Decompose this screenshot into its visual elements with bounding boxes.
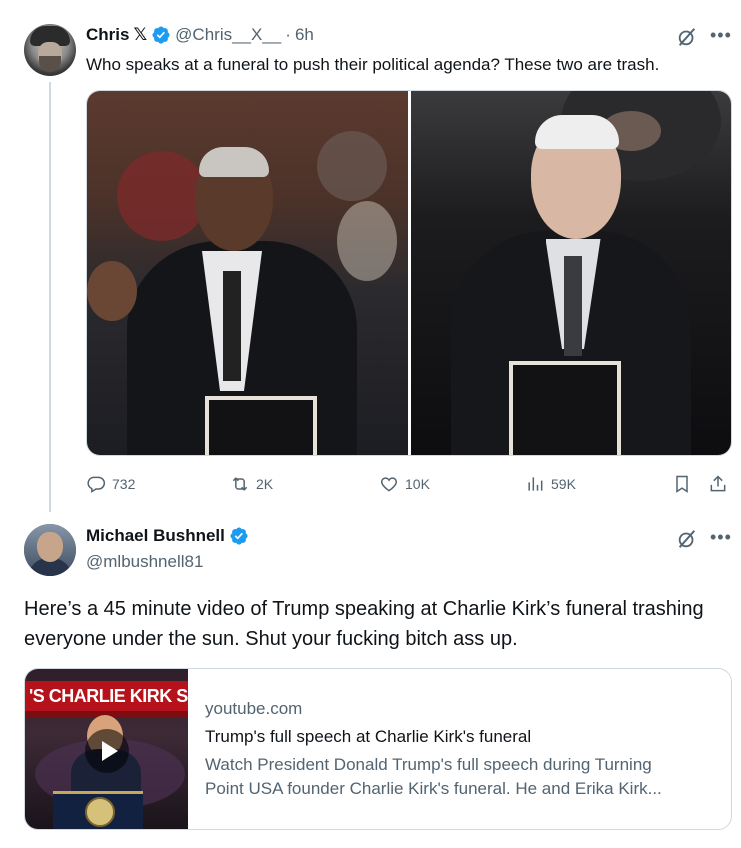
tweet-post-1[interactable]: Chris 𝕏 @Chris__X__ · 6h ••• Who speaks … xyxy=(0,0,741,512)
reply-button[interactable]: 732 xyxy=(86,474,135,494)
lectern-frame xyxy=(508,361,621,455)
views-count: 59K xyxy=(551,476,576,492)
avatar-beard xyxy=(39,56,61,72)
photo-left[interactable] xyxy=(87,91,408,455)
author-handle[interactable]: @Chris__X__ xyxy=(175,25,281,45)
more-icon[interactable]: ••• xyxy=(710,25,732,46)
share-button[interactable] xyxy=(708,474,728,494)
author-name[interactable]: Chris xyxy=(86,25,129,45)
bg-figure xyxy=(117,151,207,241)
views-icon xyxy=(528,477,543,491)
reply-icon xyxy=(87,476,106,493)
tweet-text: Here’s a 45 minute video of Trump speaki… xyxy=(24,598,704,650)
tweet-post-2[interactable]: Michael Bushnell @mlbushnell81 ••• Here’… xyxy=(0,510,741,848)
separator-dot: · xyxy=(285,25,291,44)
author-name[interactable]: Michael Bushnell xyxy=(86,526,225,546)
grok-icon[interactable] xyxy=(676,26,698,48)
share-icon xyxy=(710,475,726,492)
hair xyxy=(534,115,619,149)
tweet-action-bar: 732 2K 10K 59K xyxy=(86,470,732,500)
lectern-frame xyxy=(205,396,317,455)
repost-button[interactable]: 2K xyxy=(230,474,273,494)
bg-figure xyxy=(317,131,387,201)
card-description-line-2: Point USA founder Charlie Kirk's funeral… xyxy=(205,779,662,798)
thread-connector-line xyxy=(49,82,51,512)
tie xyxy=(223,271,241,381)
bookmark-icon xyxy=(676,475,688,493)
more-icon[interactable]: ••• xyxy=(710,527,732,548)
views-button[interactable]: 59K xyxy=(525,474,576,494)
post-time[interactable]: 6h xyxy=(295,25,314,45)
card-title[interactable]: Trump's full speech at Charlie Kirk's fu… xyxy=(205,727,531,747)
card-description: Watch President Donald Trump's full spee… xyxy=(205,753,725,801)
repost-count: 2K xyxy=(256,476,274,492)
avatar-face xyxy=(37,532,63,562)
raised-hand xyxy=(87,261,137,321)
thumbnail-banner: 'S CHARLIE KIRK SI xyxy=(25,681,188,711)
photo-right[interactable] xyxy=(410,91,731,455)
tweet-header: Chris 𝕏 @Chris__X__ · 6h xyxy=(86,24,314,46)
tie xyxy=(563,256,582,356)
presidential-seal xyxy=(85,797,115,827)
link-preview-card[interactable]: 'S CHARLIE KIRK SI youtube.com Trump's f… xyxy=(24,668,732,830)
card-domain: youtube.com xyxy=(205,699,303,718)
reply-count: 732 xyxy=(112,476,136,492)
bookmark-button[interactable] xyxy=(672,474,692,494)
card-description-line-1: Watch President Donald Trump's full spee… xyxy=(205,755,652,774)
author-name-row: Michael Bushnell xyxy=(86,526,249,546)
verified-badge-icon xyxy=(152,26,170,44)
verified-badge-icon xyxy=(230,527,248,545)
avatar-chris[interactable] xyxy=(24,24,76,76)
like-count: 10K xyxy=(405,476,430,492)
like-icon xyxy=(380,477,398,492)
x-logo-icon: 𝕏 xyxy=(133,25,148,44)
bg-figure xyxy=(337,201,397,281)
grok-icon[interactable] xyxy=(676,528,698,550)
tweet-media-gallery[interactable] xyxy=(86,90,732,456)
avatar-michael[interactable] xyxy=(24,524,76,576)
repost-icon xyxy=(232,477,248,491)
author-handle[interactable]: @mlbushnell81 xyxy=(86,552,203,572)
hair xyxy=(199,147,269,177)
video-thumbnail[interactable]: 'S CHARLIE KIRK SI xyxy=(25,669,188,829)
tweet-text: Who speaks at a funeral to push their po… xyxy=(86,55,660,74)
like-button[interactable]: 10K xyxy=(379,474,430,494)
play-icon[interactable] xyxy=(85,729,129,773)
